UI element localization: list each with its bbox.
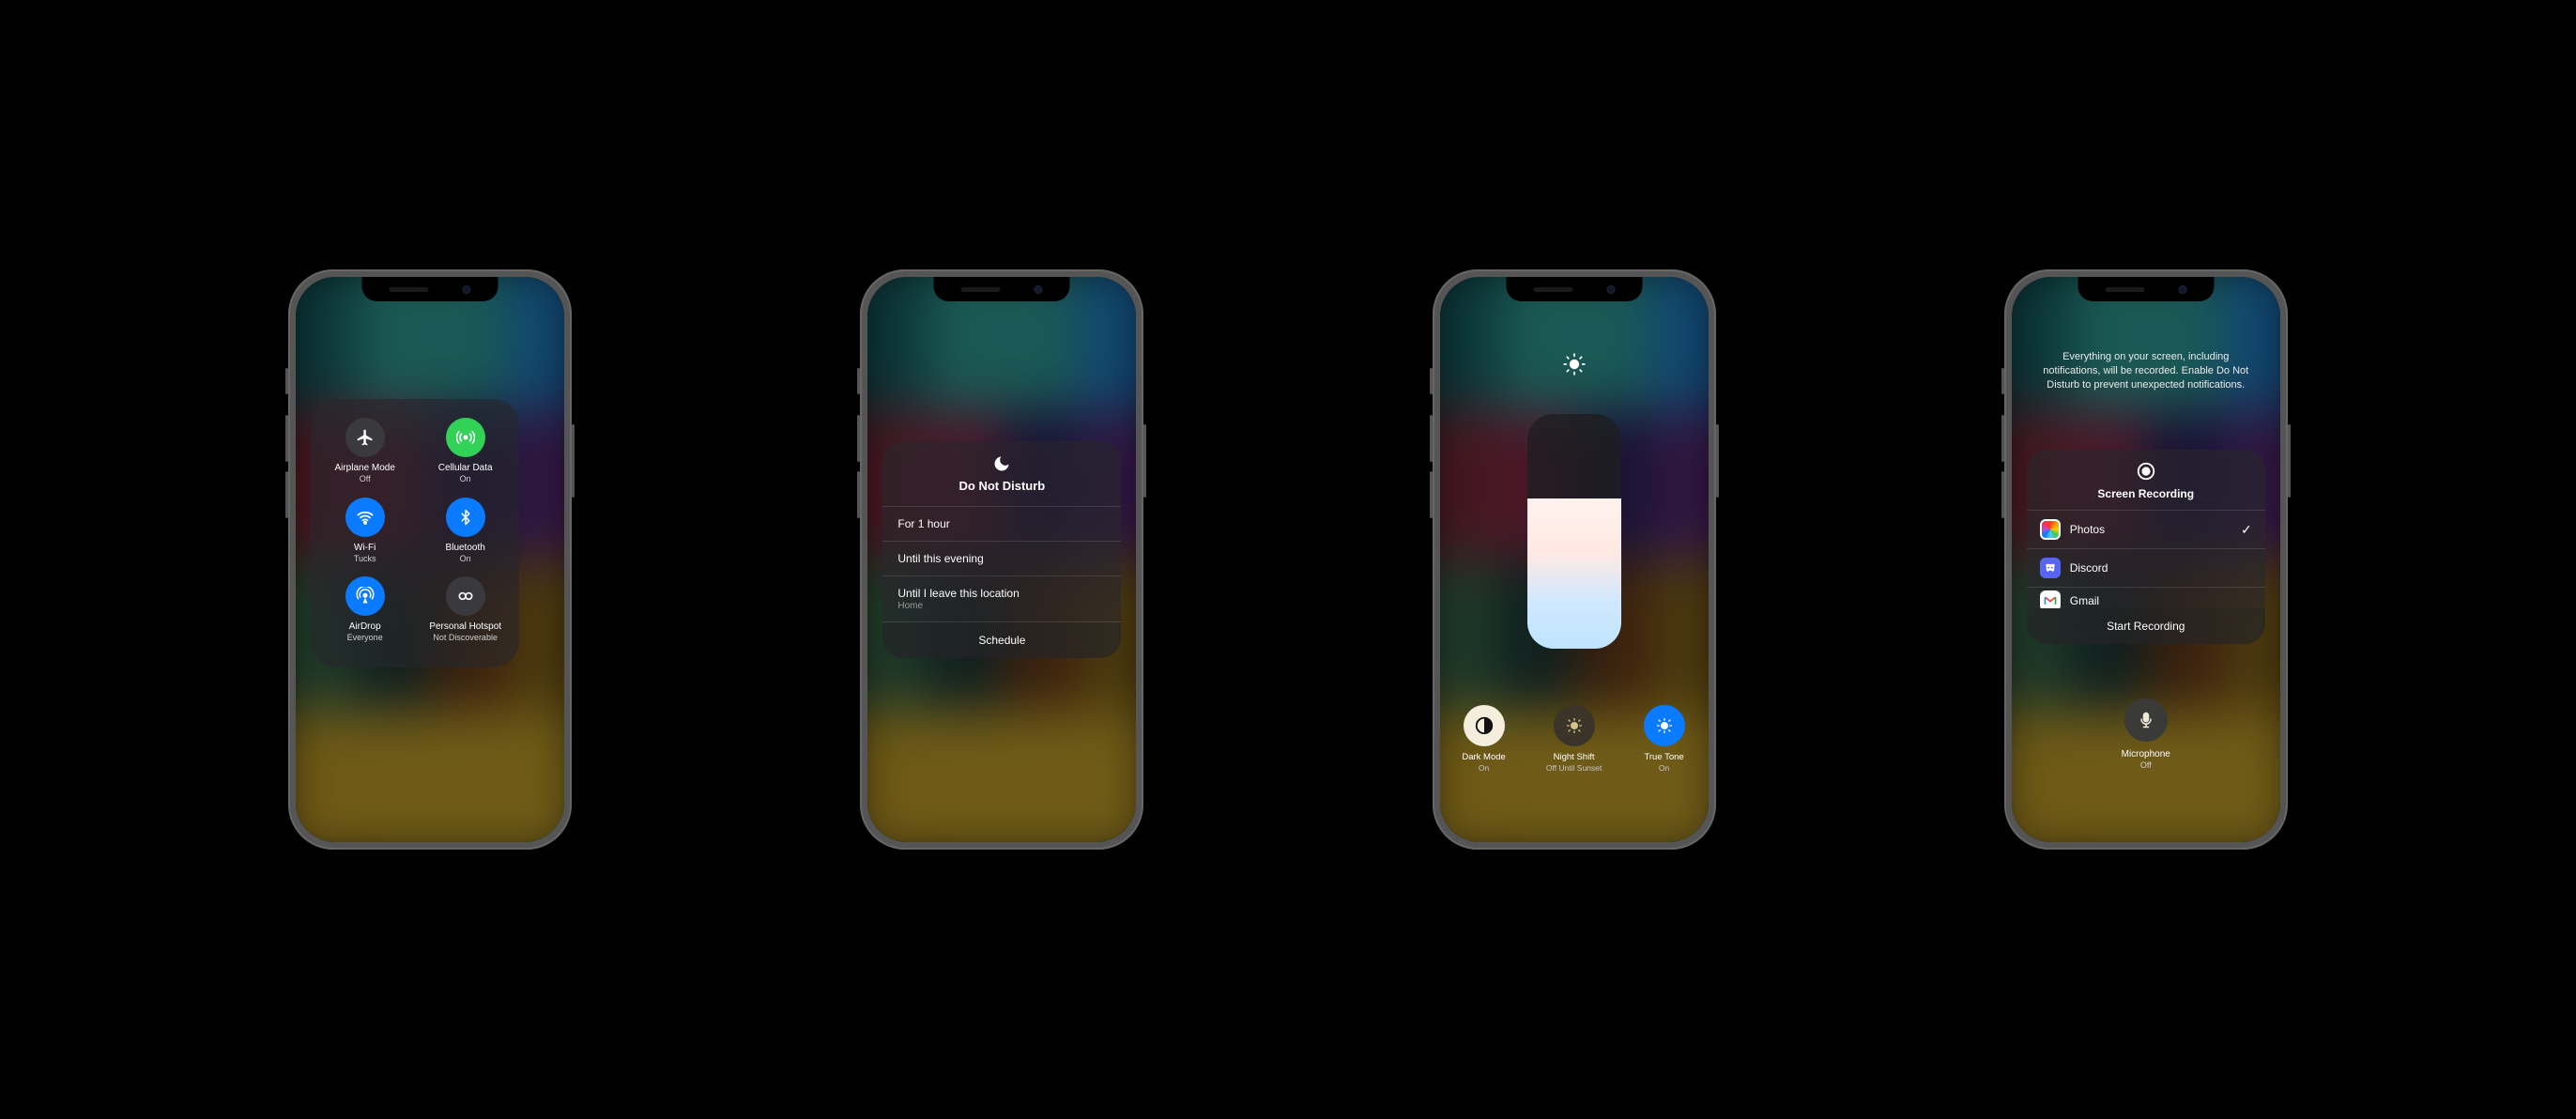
- notch: [1506, 277, 1642, 301]
- app-row-gmail[interactable]: Gmail: [2027, 588, 2265, 608]
- screen-recording-description: Everything on your screen, including not…: [2036, 350, 2256, 392]
- app-row-discord[interactable]: Discord: [2027, 549, 2265, 587]
- display-options-row: Dark Mode On Night Shift Off Until Sunse…: [1440, 705, 1709, 773]
- dnd-header: Do Not Disturb: [882, 441, 1121, 506]
- connectivity-platter[interactable]: Airplane Mode Off Cellular Data On: [311, 399, 519, 667]
- airplane-mode-tile[interactable]: Airplane Mode Off: [314, 418, 415, 498]
- screen-recording-header: Screen Recording: [2027, 450, 2265, 510]
- side-button: [285, 368, 288, 394]
- side-button: [1430, 368, 1433, 394]
- true-tone-icon: [1644, 705, 1685, 746]
- phone-1-connectivity: Airplane Mode Off Cellular Data On: [288, 269, 572, 850]
- airplane-label: Airplane Mode: [334, 463, 394, 474]
- side-button: [857, 471, 860, 518]
- gmail-app-icon: [2040, 590, 2061, 608]
- moon-icon: [992, 454, 1011, 473]
- screen-recording-title: Screen Recording: [2027, 487, 2265, 500]
- wifi-icon: [345, 498, 385, 537]
- dark-mode-tile[interactable]: Dark Mode On: [1452, 705, 1516, 773]
- wifi-sub: Tucks: [354, 554, 376, 564]
- true-tone-label: True Tone: [1644, 753, 1683, 763]
- dnd-option-location[interactable]: Until I leave this location Home: [882, 576, 1121, 621]
- hotspot-tile[interactable]: Personal Hotspot Not Discoverable: [415, 576, 515, 656]
- night-shift-tile[interactable]: Night Shift Off Until Sunset: [1542, 705, 1606, 773]
- dnd-option-1hour[interactable]: For 1 hour: [882, 507, 1121, 541]
- bluetooth-sub: On: [460, 554, 471, 564]
- dnd-title: Do Not Disturb: [882, 479, 1121, 493]
- microphone-sub: Off: [2140, 760, 2152, 771]
- cellular-icon: [446, 418, 485, 457]
- notch: [362, 277, 498, 301]
- airdrop-label: AirDrop: [349, 621, 381, 633]
- microphone-icon: [2124, 698, 2168, 742]
- hotspot-sub: Not Discoverable: [433, 633, 498, 643]
- dnd-option-sub: Home: [897, 601, 1106, 611]
- side-button: [1716, 424, 1719, 498]
- dnd-platter: Do Not Disturb For 1 hour Until this eve…: [882, 441, 1121, 658]
- side-button: [1430, 471, 1433, 518]
- dark-mode-icon: [1464, 705, 1505, 746]
- phone-2-dnd: Do Not Disturb For 1 hour Until this eve…: [860, 269, 1143, 850]
- side-button: [857, 415, 860, 462]
- record-icon: [2136, 461, 2156, 482]
- brightness-fill: [1527, 498, 1621, 649]
- wifi-tile[interactable]: Wi-Fi Tucks: [314, 498, 415, 577]
- airdrop-sub: Everyone: [347, 633, 383, 643]
- side-button: [1430, 415, 1433, 462]
- dnd-option-evening[interactable]: Until this evening: [882, 542, 1121, 575]
- side-button: [285, 415, 288, 462]
- microphone-tile[interactable]: Microphone Off: [2012, 698, 2280, 771]
- sun-icon: [1562, 352, 1587, 376]
- airplane-sub: Off: [360, 474, 371, 484]
- airplane-icon: [345, 418, 385, 457]
- notch: [934, 277, 1070, 301]
- night-shift-icon: [1554, 705, 1595, 746]
- hotspot-icon: [446, 576, 485, 616]
- side-button: [1143, 424, 1146, 498]
- app-name: Discord: [2070, 561, 2252, 575]
- app-row-photos[interactable]: Photos ✓: [2027, 511, 2265, 548]
- phone-4-screen-recording: Everything on your screen, including not…: [2004, 269, 2288, 850]
- app-name: Gmail: [2070, 594, 2252, 607]
- night-shift-sub: Off Until Sunset: [1546, 763, 1602, 773]
- true-tone-tile[interactable]: True Tone On: [1633, 705, 1696, 773]
- side-button: [2001, 415, 2004, 462]
- wifi-label: Wi-Fi: [354, 543, 376, 554]
- side-button: [857, 368, 860, 394]
- app-name: Photos: [2070, 523, 2231, 536]
- notch: [2078, 277, 2214, 301]
- side-button: [2001, 471, 2004, 518]
- dnd-option-label: Until this evening: [897, 552, 1106, 565]
- dark-mode-sub: On: [1479, 763, 1489, 773]
- microphone-label: Microphone: [2122, 749, 2170, 760]
- dark-mode-label: Dark Mode: [1462, 753, 1505, 763]
- cellular-sub: On: [460, 474, 471, 484]
- dnd-option-label: For 1 hour: [897, 517, 1106, 530]
- side-button: [2001, 368, 2004, 394]
- dnd-schedule-button[interactable]: Schedule: [882, 622, 1121, 658]
- discord-app-icon: [2040, 558, 2061, 578]
- true-tone-sub: On: [1659, 763, 1669, 773]
- phone-3-brightness: Dark Mode On Night Shift Off Until Sunse…: [1433, 269, 1716, 850]
- screen-recording-platter: Screen Recording Photos ✓ Discord: [2027, 450, 2265, 644]
- side-button: [2288, 424, 2291, 498]
- dnd-option-label: Until I leave this location: [897, 587, 1106, 600]
- side-button: [285, 471, 288, 518]
- cellular-data-tile[interactable]: Cellular Data On: [415, 418, 515, 498]
- photos-app-icon: [2040, 519, 2061, 540]
- bluetooth-label: Bluetooth: [446, 543, 485, 554]
- cellular-label: Cellular Data: [438, 463, 493, 474]
- hotspot-label: Personal Hotspot: [429, 621, 501, 633]
- side-button: [572, 424, 575, 498]
- bluetooth-icon: [446, 498, 485, 537]
- airdrop-icon: [345, 576, 385, 616]
- airdrop-tile[interactable]: AirDrop Everyone: [314, 576, 415, 656]
- brightness-slider[interactable]: [1527, 414, 1621, 649]
- start-recording-button[interactable]: Start Recording: [2027, 608, 2265, 644]
- check-icon: ✓: [2241, 522, 2252, 538]
- bluetooth-tile[interactable]: Bluetooth On: [415, 498, 515, 577]
- night-shift-label: Night Shift: [1554, 753, 1595, 763]
